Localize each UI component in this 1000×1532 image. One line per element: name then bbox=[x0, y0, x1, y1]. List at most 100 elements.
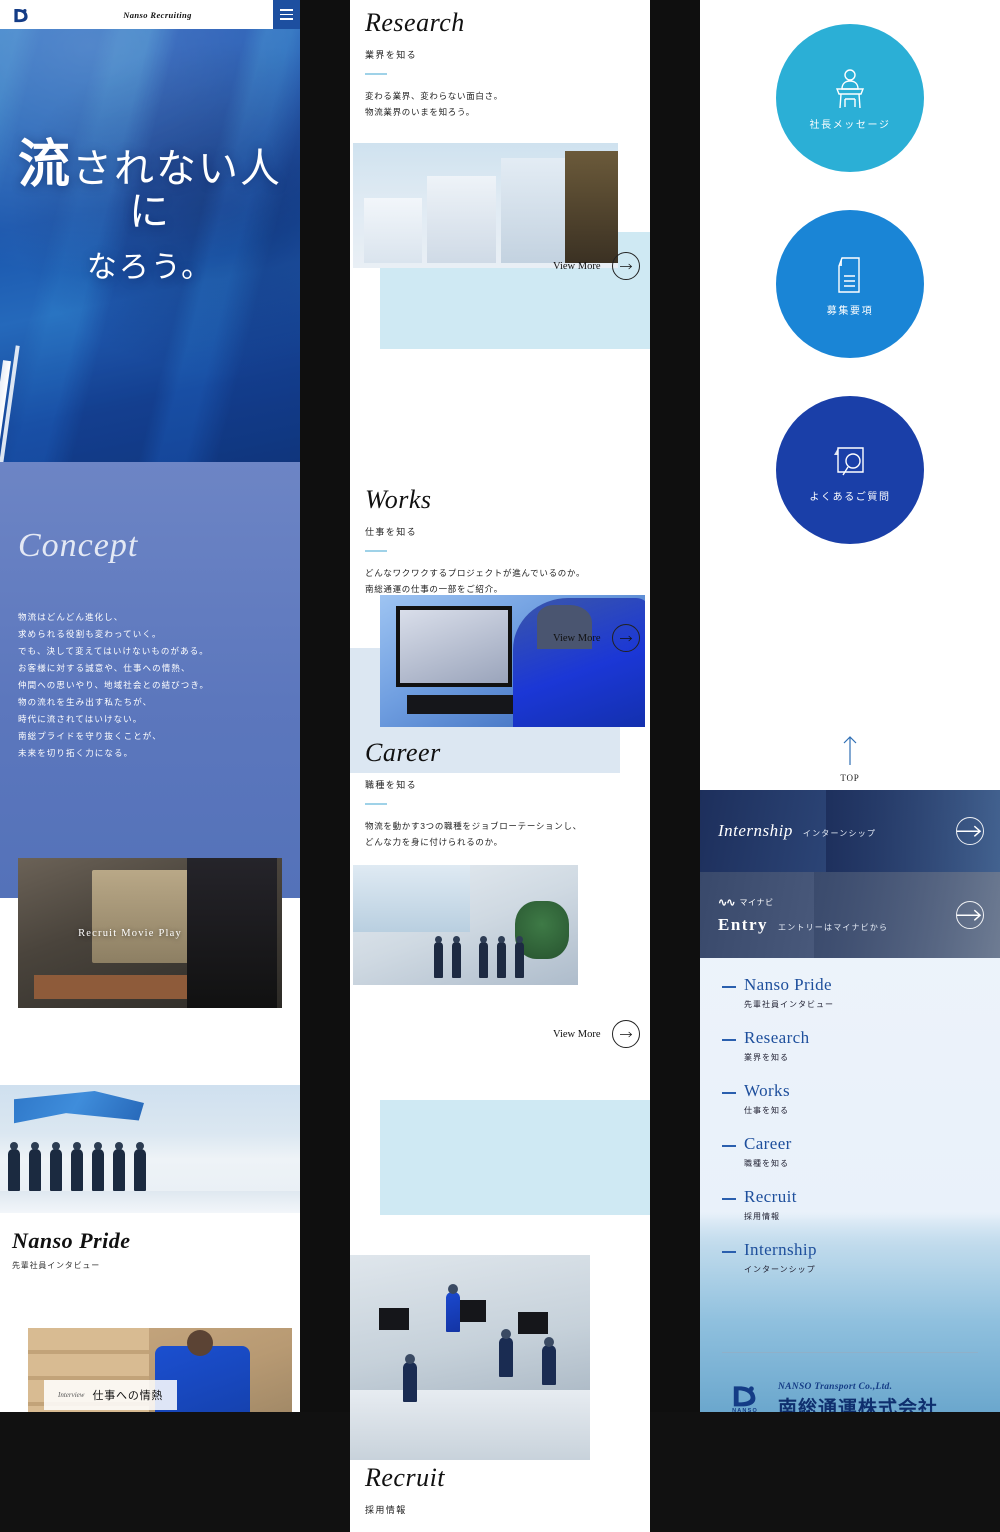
research-view-more-button[interactable]: View More bbox=[553, 252, 641, 280]
header-title: Nanso Recruiting bbox=[123, 9, 192, 20]
section-recruit: Recruit 採用情報 bbox=[365, 1463, 635, 1516]
works-view-more-label: View More bbox=[553, 632, 601, 644]
concept-title: Concept bbox=[18, 527, 139, 564]
concept-line: 時代に流されてはいけない。 bbox=[18, 714, 143, 724]
concept-line: 物の流れを生み出す私たちが、 bbox=[18, 697, 153, 707]
pride-hero-photo bbox=[0, 1085, 300, 1213]
circle-button-faq[interactable]: よくあるご質問 bbox=[776, 396, 924, 544]
circle-button-recruitment-requirements[interactable]: 募集要項 bbox=[776, 210, 924, 358]
section-research: Research 業界を知る 変わる業界、変わらない面白さ。 物流業界のいまを知… bbox=[365, 8, 635, 120]
works-subtitle: 仕事を知る bbox=[365, 527, 418, 537]
research-photo[interactable] bbox=[353, 143, 618, 268]
banner-internship[interactable]: Internship インターンシップ bbox=[700, 790, 1000, 872]
concept-line: 仲間への思いやり、地域社会との結びつき。 bbox=[18, 680, 210, 690]
nav-item-research[interactable]: Research 業界を知る bbox=[722, 1028, 978, 1063]
circle-button-group: 社長メッセージ 募集要項 よくあるご質問 bbox=[700, 24, 1000, 544]
banner-entry-jp: エントリーはマイナビから bbox=[778, 922, 889, 932]
site-footer: NANSO NANSO Transport Co.,Ltd. 南総通運株式会社 … bbox=[722, 1382, 982, 1412]
research-desc-line: 物流業界のいまを知ろう。 bbox=[365, 106, 475, 117]
footer-nav-list: Nanso Pride 先輩社員インタビュー Research 業界を知る Wo… bbox=[700, 975, 1000, 1293]
concept-line: 未来を切り拓く力になる。 bbox=[18, 748, 134, 758]
research-view-more-label: View More bbox=[553, 260, 601, 272]
recruit-movie-play-button[interactable]: Recruit Movie Play bbox=[18, 858, 282, 1008]
column-sections: Research 業界を知る 変わる業界、変わらない面白さ。 物流業界のいまを知… bbox=[350, 0, 650, 1532]
nanso-pride-subtitle: 先輩社員インタビュー bbox=[12, 1261, 100, 1270]
footer-divider bbox=[722, 1352, 978, 1353]
arrow-right-icon bbox=[612, 1020, 641, 1048]
site-header: Nanso Recruiting bbox=[0, 0, 300, 29]
nav-item-label-jp: 採用情報 bbox=[744, 1212, 780, 1221]
hero-line1-kanji: 流 bbox=[17, 137, 72, 194]
nanso-logo-icon[interactable] bbox=[0, 0, 42, 29]
concept-body: 物流はどんどん進化し、 求められる役割も変わっていく。 でも、決して変えてはいけ… bbox=[0, 565, 300, 762]
faq-search-icon bbox=[829, 438, 871, 482]
arrow-right-icon bbox=[956, 901, 984, 929]
arrow-right-icon bbox=[956, 817, 984, 845]
banner-entry[interactable]: ∿∿ マイナビ Entry エントリーはマイナビから bbox=[700, 872, 1000, 958]
nav-item-label-en: Internship bbox=[744, 1240, 817, 1259]
divider-rule bbox=[365, 550, 387, 552]
hero-line2: なろう。 bbox=[86, 251, 214, 284]
pride-interview-card[interactable]: Interview 仕事への情熱 bbox=[28, 1328, 292, 1412]
interview-tag-jp: 仕事への情熱 bbox=[92, 1390, 164, 1402]
section-career: Career 職種を知る 物流を動かす3つの職種をジョブローテーションし、 どん… bbox=[365, 738, 635, 850]
hamburger-menu-icon[interactable] bbox=[273, 0, 300, 29]
column-nav-footer: 社長メッセージ 募集要項 よくあるご質問 TOP Internship インター… bbox=[700, 0, 1000, 1412]
nav-item-works[interactable]: Works 仕事を知る bbox=[722, 1081, 978, 1116]
research-subtitle: 業界を知る bbox=[365, 50, 418, 60]
nav-item-recruit[interactable]: Recruit 採用情報 bbox=[722, 1187, 978, 1222]
circle-button-label: よくあるご質問 bbox=[809, 491, 891, 503]
recruit-title: Recruit bbox=[365, 1463, 446, 1492]
nav-item-label-jp: 先輩社員インタビュー bbox=[744, 1000, 834, 1009]
career-title: Career bbox=[365, 738, 441, 767]
career-desc-line: 物流を動かす3つの職種をジョブローテーションし、 bbox=[365, 821, 582, 831]
recruit-movie-card[interactable]: Recruit Movie Play bbox=[18, 858, 282, 1008]
banner-internship-jp: インターンシップ bbox=[802, 829, 877, 838]
nanso-logo-icon: NANSO bbox=[722, 1384, 768, 1412]
employee-group-shapes bbox=[8, 1142, 146, 1191]
hero-banner: 流されない人に なろう。 bbox=[0, 0, 300, 462]
concept-line: 南総プライドを守り抜くことが、 bbox=[18, 731, 162, 741]
arrow-right-icon bbox=[193, 919, 222, 947]
divider-rule bbox=[365, 73, 387, 75]
forklift-wheel bbox=[220, 956, 267, 1002]
works-view-more-button[interactable]: View More bbox=[553, 624, 641, 652]
works-photo[interactable] bbox=[380, 595, 645, 727]
footer-logo[interactable]: NANSO NANSO Transport Co.,Ltd. 南総通運株式会社 bbox=[722, 1382, 982, 1412]
nav-item-label-jp: 業界を知る bbox=[744, 1053, 789, 1062]
circle-button-label: 募集要項 bbox=[826, 305, 874, 317]
career-desc-line: どんな力を身に付けられるのか。 bbox=[365, 836, 503, 847]
back-to-top-button[interactable]: TOP bbox=[700, 735, 1000, 783]
hero-line1-rest: されない人に bbox=[72, 146, 282, 234]
footer-company-en: NANSO Transport Co.,Ltd. bbox=[778, 1382, 893, 1392]
hero-catchcopy: 流されない人に なろう。 bbox=[0, 140, 300, 286]
footer-company-names: NANSO Transport Co.,Ltd. 南総通運株式会社 bbox=[778, 1382, 938, 1412]
document-icon bbox=[833, 252, 867, 296]
nanso-pride-heading: Nanso Pride 先輩社員インタビュー bbox=[12, 1228, 131, 1271]
career-tile-bg bbox=[380, 1100, 650, 1215]
banner-internship-en: Internship bbox=[718, 821, 793, 840]
nav-item-label-en: Research bbox=[744, 1028, 810, 1047]
nav-item-career[interactable]: Career 職種を知る bbox=[722, 1134, 978, 1169]
research-title: Research bbox=[365, 8, 465, 37]
arrow-right-icon bbox=[612, 624, 641, 652]
footer-logo-text: NANSO bbox=[732, 1408, 758, 1412]
concept-line: 求められる役割も変わっていく。 bbox=[18, 629, 162, 639]
nav-item-label-en: Nanso Pride bbox=[744, 975, 832, 994]
nav-item-internship[interactable]: Internship インターンシップ bbox=[722, 1240, 978, 1275]
works-title: Works bbox=[365, 485, 432, 514]
recruit-photo[interactable] bbox=[350, 1255, 590, 1460]
concept-line: 物流はどんどん進化し、 bbox=[18, 612, 124, 622]
concept-line: お客様に対する誠意や、仕事への情熱、 bbox=[18, 663, 191, 673]
career-photo[interactable] bbox=[353, 865, 578, 985]
recruit-movie-label: Recruit Movie Play bbox=[78, 927, 182, 939]
column-home-top: Nanso Recruiting 流されない人に なろう。 Concept 物流… bbox=[0, 0, 300, 1412]
nav-item-nanso-pride[interactable]: Nanso Pride 先輩社員インタビュー bbox=[722, 975, 978, 1010]
nav-item-label-jp: インターンシップ bbox=[744, 1265, 816, 1274]
career-view-more-button[interactable]: View More bbox=[553, 1020, 641, 1048]
research-desc-line: 変わる業界、変わらない面白さ。 bbox=[365, 91, 504, 101]
research-description: 変わる業界、変わらない面白さ。 物流業界のいまを知ろう。 bbox=[365, 89, 635, 120]
back-to-top-label: TOP bbox=[840, 773, 860, 783]
circle-button-president-message[interactable]: 社長メッセージ bbox=[776, 24, 924, 172]
ground-shape bbox=[0, 1191, 300, 1213]
